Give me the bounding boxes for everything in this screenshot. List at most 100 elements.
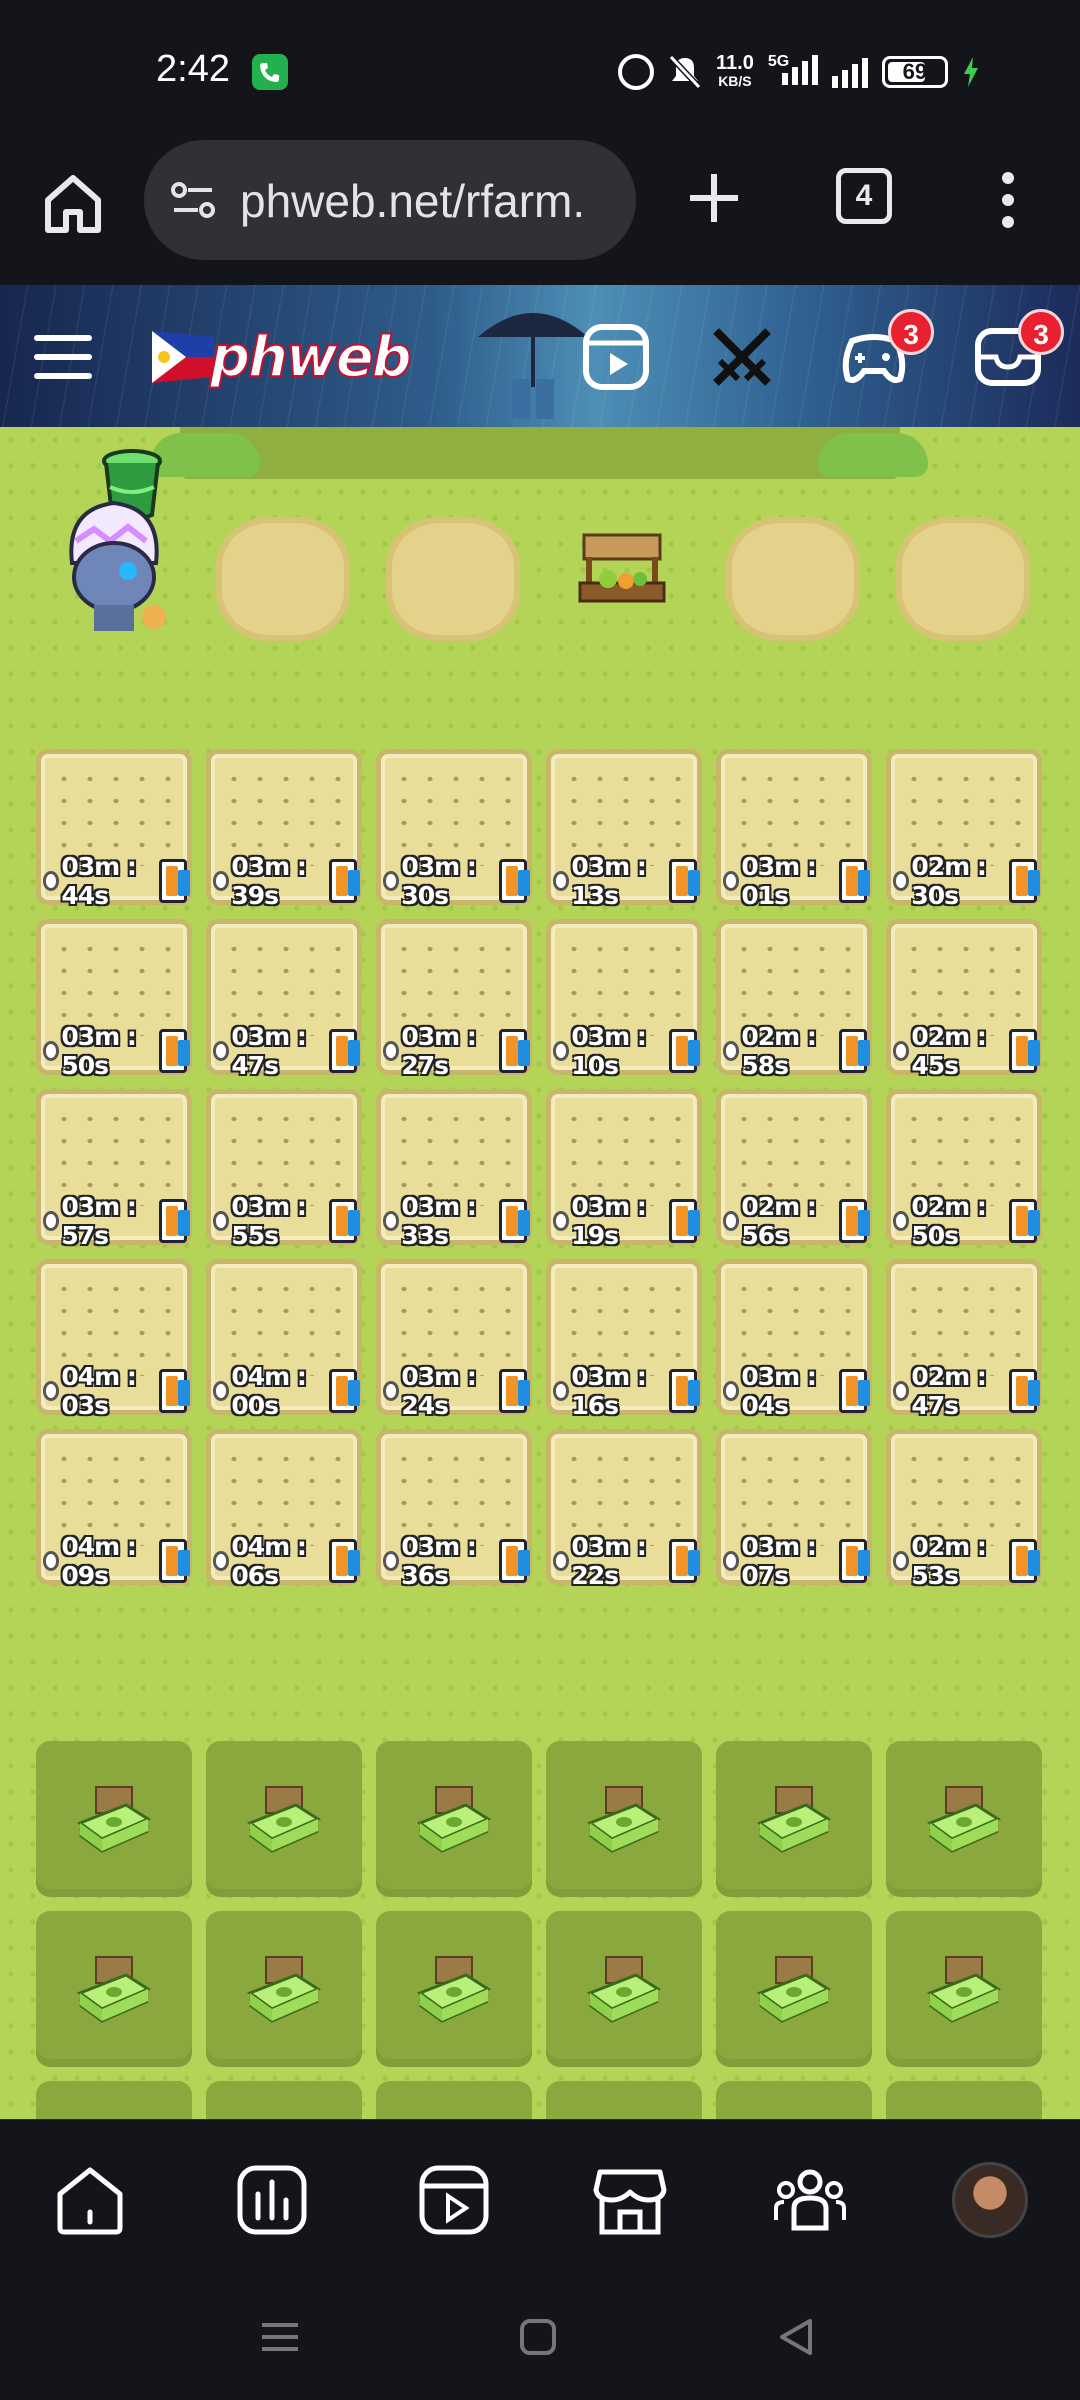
empty-slot[interactable] [216,517,350,641]
hamburger-menu-icon[interactable] [34,335,92,381]
growing-plot[interactable]: 02m : 58s [716,919,872,1080]
growing-plot[interactable]: 02m : 53s [886,1429,1042,1590]
growing-plot[interactable]: 02m : 56s [716,1089,872,1250]
growing-plot[interactable]: 03m : 30s [376,749,532,910]
growing-plot[interactable]: 03m : 50s [36,919,192,1080]
seed-card-icon [498,1199,531,1243]
nav-chart-icon[interactable] [234,2162,310,2238]
nav-video-reel-icon[interactable] [416,2162,492,2238]
home-icon[interactable] [38,168,108,238]
empty-slot[interactable] [726,517,860,641]
growing-plot[interactable]: 03m : 57s [36,1089,192,1250]
growing-plot[interactable]: 02m : 50s [886,1089,1042,1250]
plot-timer: 02m : 47s [893,1362,1041,1420]
cash-stack-icon [246,1956,322,2023]
address-bar[interactable]: phweb.net/rfarm. [144,140,636,260]
locked-plot[interactable] [546,1741,702,1897]
timer-text: 03m : 10s [571,1022,647,1080]
clock-icon [893,1381,910,1401]
growing-plot[interactable]: 04m : 03s [36,1259,192,1420]
clock-icon [383,1551,400,1571]
growing-plot[interactable]: 03m : 55s [206,1089,362,1250]
growing-plot[interactable]: 03m : 01s [716,749,872,910]
locked-plot[interactable] [36,2081,192,2119]
growing-plot[interactable]: 03m : 44s [36,749,192,910]
growing-plot[interactable]: 03m : 04s [716,1259,872,1420]
growing-plot[interactable]: 02m : 45s [886,919,1042,1080]
empty-slot[interactable] [386,517,520,641]
nav-store-icon[interactable] [592,2162,668,2238]
plot-timer: 03m : 36s [383,1532,531,1590]
plot-timer: 03m : 39s [213,852,361,910]
more-vert-icon[interactable] [992,170,1024,230]
empty-slot[interactable] [896,517,1030,641]
seed-card-icon [328,859,361,903]
video-reel-icon[interactable] [580,321,652,393]
clock-icon [383,1381,400,1401]
site-logo[interactable]: phweb [152,324,413,391]
growing-plot[interactable]: 04m : 06s [206,1429,362,1590]
nav-home-icon[interactable] [52,2162,128,2238]
timer-text: 03m : 36s [401,1532,477,1590]
back-icon[interactable] [774,2315,818,2359]
locked-plot[interactable] [36,1741,192,1897]
crossed-swords-icon[interactable] [706,321,778,393]
clock-icon [553,1041,570,1061]
growing-plot[interactable]: 03m : 13s [546,749,702,910]
plot-timer: 03m : 13s [553,852,701,910]
growing-plot[interactable]: 03m : 33s [376,1089,532,1250]
timer-text: 03m : 24s [401,1362,477,1420]
profile-avatar[interactable] [952,2162,1028,2238]
clock-icon [553,1211,570,1231]
site-settings-icon[interactable] [170,180,216,220]
locked-plot[interactable] [716,2081,872,2119]
locked-plot[interactable] [546,1911,702,2067]
growing-plot[interactable]: 03m : 10s [546,919,702,1080]
growing-plot[interactable]: 03m : 07s [716,1429,872,1590]
growing-plot[interactable]: 03m : 22s [546,1429,702,1590]
growing-plot[interactable]: 03m : 19s [546,1089,702,1250]
locked-plot[interactable] [886,2081,1042,2119]
growing-plot[interactable]: 02m : 30s [886,749,1042,910]
growing-plot[interactable]: 03m : 39s [206,749,362,910]
locked-plot[interactable] [546,2081,702,2119]
locked-plot[interactable] [206,1741,362,1897]
locked-plot[interactable] [376,1741,532,1897]
clock-icon [723,1211,740,1231]
clock-icon [383,871,400,891]
locked-plot[interactable] [716,1911,872,2067]
locked-plot[interactable] [886,1911,1042,2067]
locked-plot[interactable] [206,2081,362,2119]
clock-icon [553,1551,570,1571]
plot-timer: 03m : 22s [553,1532,701,1590]
growing-plot[interactable]: 03m : 47s [206,919,362,1080]
home-button-icon[interactable] [516,2315,560,2359]
growing-plot[interactable]: 04m : 09s [36,1429,192,1590]
locked-plot[interactable] [206,1911,362,2067]
seed-card-icon [1008,859,1041,903]
clock-icon [893,1041,910,1061]
growing-plot[interactable]: 03m : 24s [376,1259,532,1420]
growing-plot[interactable]: 03m : 36s [376,1429,532,1590]
tab-switcher-button[interactable]: 4 [836,168,892,224]
plot-timer: 03m : 57s [43,1192,191,1250]
locked-plot[interactable] [376,1911,532,2067]
nav-community-icon[interactable] [772,2162,848,2238]
locked-plot[interactable] [36,1911,192,2067]
network-type: 5G [767,53,790,70]
growing-plot[interactable]: 03m : 16s [546,1259,702,1420]
growing-plot[interactable]: 04m : 00s [206,1259,362,1420]
recent-apps-icon[interactable] [258,2315,302,2359]
clock-icon [43,1211,60,1231]
farmer-character-icon[interactable] [50,493,180,643]
new-tab-plus-icon[interactable] [686,170,742,226]
growing-plot[interactable]: 02m : 47s [886,1259,1042,1420]
growing-plot[interactable]: 03m : 27s [376,919,532,1080]
seed-card-icon [668,859,701,903]
market-stall-icon[interactable] [574,527,670,613]
seed-card-icon [1008,1369,1041,1413]
locked-plot[interactable] [886,1741,1042,1897]
plot-timer: 03m : 33s [383,1192,531,1250]
locked-plot[interactable] [716,1741,872,1897]
locked-plot[interactable] [376,2081,532,2119]
